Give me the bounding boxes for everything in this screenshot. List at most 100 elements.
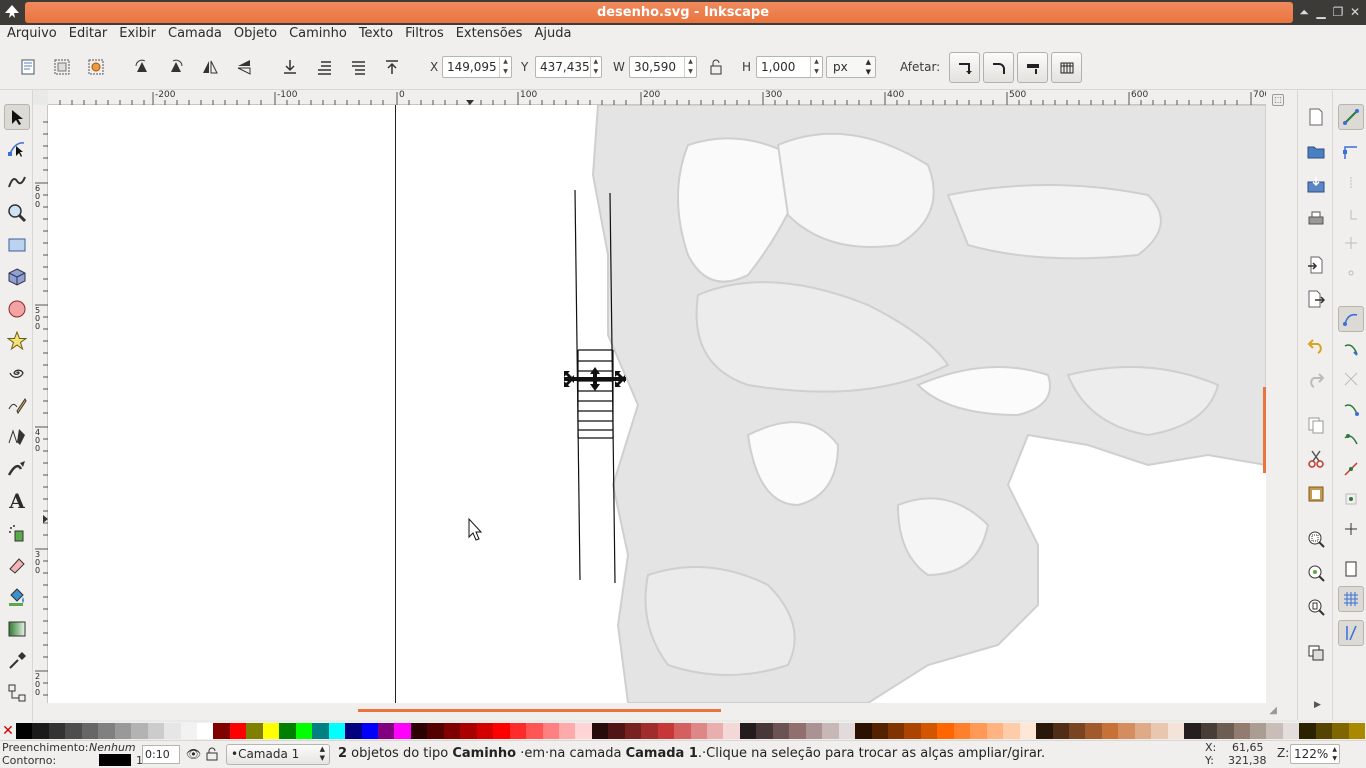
gradient-tool-icon[interactable]	[4, 616, 30, 642]
snap-toggle-icon[interactable]	[1338, 104, 1364, 130]
text-tool-icon[interactable]: A	[4, 488, 30, 514]
snap-bbox-edges-icon[interactable]	[1338, 170, 1364, 196]
color-swatch[interactable]	[920, 723, 938, 739]
paste-icon[interactable]	[1303, 480, 1329, 506]
snap-midpoints-icon[interactable]	[1338, 456, 1364, 482]
snap-bbox-icon[interactable]	[1338, 140, 1364, 166]
color-swatch[interactable]	[1069, 723, 1086, 739]
vertical-scrollbar[interactable]: ⬚	[1263, 90, 1297, 720]
tweak-tool-icon[interactable]	[4, 168, 30, 194]
menu-filtros[interactable]: Filtros	[399, 25, 450, 45]
save-icon[interactable]	[1303, 172, 1329, 198]
zoom-page-icon[interactable]	[1303, 594, 1329, 620]
color-swatch[interactable]	[213, 723, 230, 739]
color-swatch[interactable]	[970, 723, 987, 739]
color-swatch[interactable]	[65, 723, 82, 739]
color-swatch[interactable]	[789, 723, 806, 739]
color-swatch[interactable]	[674, 723, 691, 739]
color-swatch[interactable]	[937, 723, 954, 739]
eraser-tool-icon[interactable]	[4, 552, 30, 578]
color-swatch[interactable]	[1151, 723, 1168, 739]
w-stepper-icon[interactable]: ▲ ▼	[684, 57, 696, 77]
zoom-drawing-icon[interactable]	[1303, 560, 1329, 586]
color-swatch[interactable]	[493, 723, 510, 739]
menu-texto[interactable]: Texto	[353, 25, 399, 45]
import-icon[interactable]	[1303, 252, 1329, 278]
y-stepper-icon[interactable]: ▲ ▼	[589, 57, 601, 77]
color-swatch[interactable]	[608, 723, 625, 739]
layer-select[interactable]: •Camada 1 ▲ ▼	[226, 744, 330, 765]
color-swatch[interactable]	[1101, 723, 1119, 739]
h-stepper-icon[interactable]: ▲ ▼	[810, 57, 822, 77]
ellipse-tool-icon[interactable]	[4, 296, 30, 322]
color-swatch[interactable]	[723, 723, 740, 739]
color-swatch[interactable]	[558, 723, 576, 739]
menu-editar[interactable]: Editar	[63, 25, 114, 45]
color-swatch[interactable]	[591, 723, 609, 739]
rotate-cw-icon[interactable]	[164, 55, 188, 79]
color-swatch[interactable]	[739, 723, 757, 739]
color-swatch[interactable]	[838, 723, 856, 739]
unit-select[interactable]: px ▲ ▼	[826, 56, 876, 78]
export-icon[interactable]	[1303, 286, 1329, 312]
x-stepper-icon[interactable]: ▲ ▼	[499, 57, 511, 77]
color-swatch[interactable]	[16, 723, 33, 739]
vertical-scroll-thumb[interactable]	[1263, 387, 1266, 473]
zoom-stepper-icon[interactable]: ▲ ▼	[1332, 745, 1337, 763]
new-document-icon[interactable]	[1303, 104, 1329, 130]
rectangle-tool-icon[interactable]	[4, 232, 30, 258]
color-swatch[interactable]	[98, 723, 115, 739]
fill-value[interactable]: Nenhum	[89, 741, 136, 754]
color-swatch[interactable]	[312, 723, 329, 739]
color-swatch[interactable]	[114, 723, 132, 739]
snap-object-center-icon[interactable]	[1338, 486, 1364, 512]
scale-stroke-toggle[interactable]	[949, 52, 980, 83]
scroll-lock-icon[interactable]: ⬚	[1272, 94, 1284, 106]
snap-bbox-center-icon[interactable]	[1338, 260, 1364, 286]
raise-icon[interactable]	[346, 55, 370, 79]
stroke-swatch[interactable]	[99, 754, 131, 766]
color-swatch[interactable]	[624, 723, 642, 739]
color-swatch[interactable]	[196, 723, 214, 739]
color-swatch[interactable]	[1233, 723, 1250, 739]
color-swatch[interactable]	[476, 723, 494, 739]
deselect-icon[interactable]	[84, 55, 108, 79]
select-all-icon[interactable]	[16, 55, 40, 79]
snap-grid-icon[interactable]	[1338, 586, 1364, 612]
close-button[interactable]: ✕	[1348, 4, 1362, 20]
spray-tool-icon[interactable]	[4, 520, 30, 546]
more-commands-icon[interactable]: ▶	[1314, 700, 1321, 710]
color-swatch[interactable]	[509, 723, 527, 739]
lower-icon[interactable]	[312, 55, 336, 79]
color-swatch[interactable]	[1134, 723, 1152, 739]
color-swatch[interactable]	[147, 723, 165, 739]
color-swatch[interactable]	[1019, 723, 1037, 739]
x-field[interactable]: 149,095 ▲ ▼	[442, 56, 512, 78]
snap-cusp-nodes-icon[interactable]	[1338, 396, 1364, 422]
color-swatch[interactable]	[871, 723, 889, 739]
color-swatch[interactable]	[246, 723, 263, 739]
color-swatch[interactable]	[986, 723, 1004, 739]
drawing-canvas[interactable]	[48, 105, 1266, 703]
menu-objeto[interactable]: Objeto	[228, 25, 283, 45]
color-swatch[interactable]	[1085, 723, 1102, 739]
print-icon[interactable]	[1303, 206, 1329, 232]
color-swatch[interactable]	[805, 723, 823, 739]
flip-vertical-icon[interactable]	[232, 55, 256, 79]
color-swatch[interactable]	[1052, 723, 1069, 739]
menu-exibir[interactable]: Exibir	[113, 25, 162, 45]
menu-arquivo[interactable]: Arquivo	[0, 25, 63, 45]
color-swatch[interactable]	[822, 723, 839, 739]
snap-page-border-icon[interactable]	[1338, 556, 1364, 582]
color-swatch[interactable]	[131, 723, 148, 739]
color-swatch[interactable]	[657, 723, 675, 739]
zoom-field[interactable]: 122% ▲ ▼	[1290, 744, 1340, 764]
move-gradients-toggle[interactable]	[1017, 52, 1048, 83]
color-swatch[interactable]	[164, 723, 181, 739]
color-swatch[interactable]	[1282, 723, 1300, 739]
color-swatch[interactable]	[1315, 723, 1333, 739]
color-swatch[interactable]	[953, 723, 971, 739]
copy-icon[interactable]	[1303, 412, 1329, 438]
snap-intersections-icon[interactable]	[1338, 366, 1364, 392]
zoom-tool-icon[interactable]	[4, 200, 30, 226]
